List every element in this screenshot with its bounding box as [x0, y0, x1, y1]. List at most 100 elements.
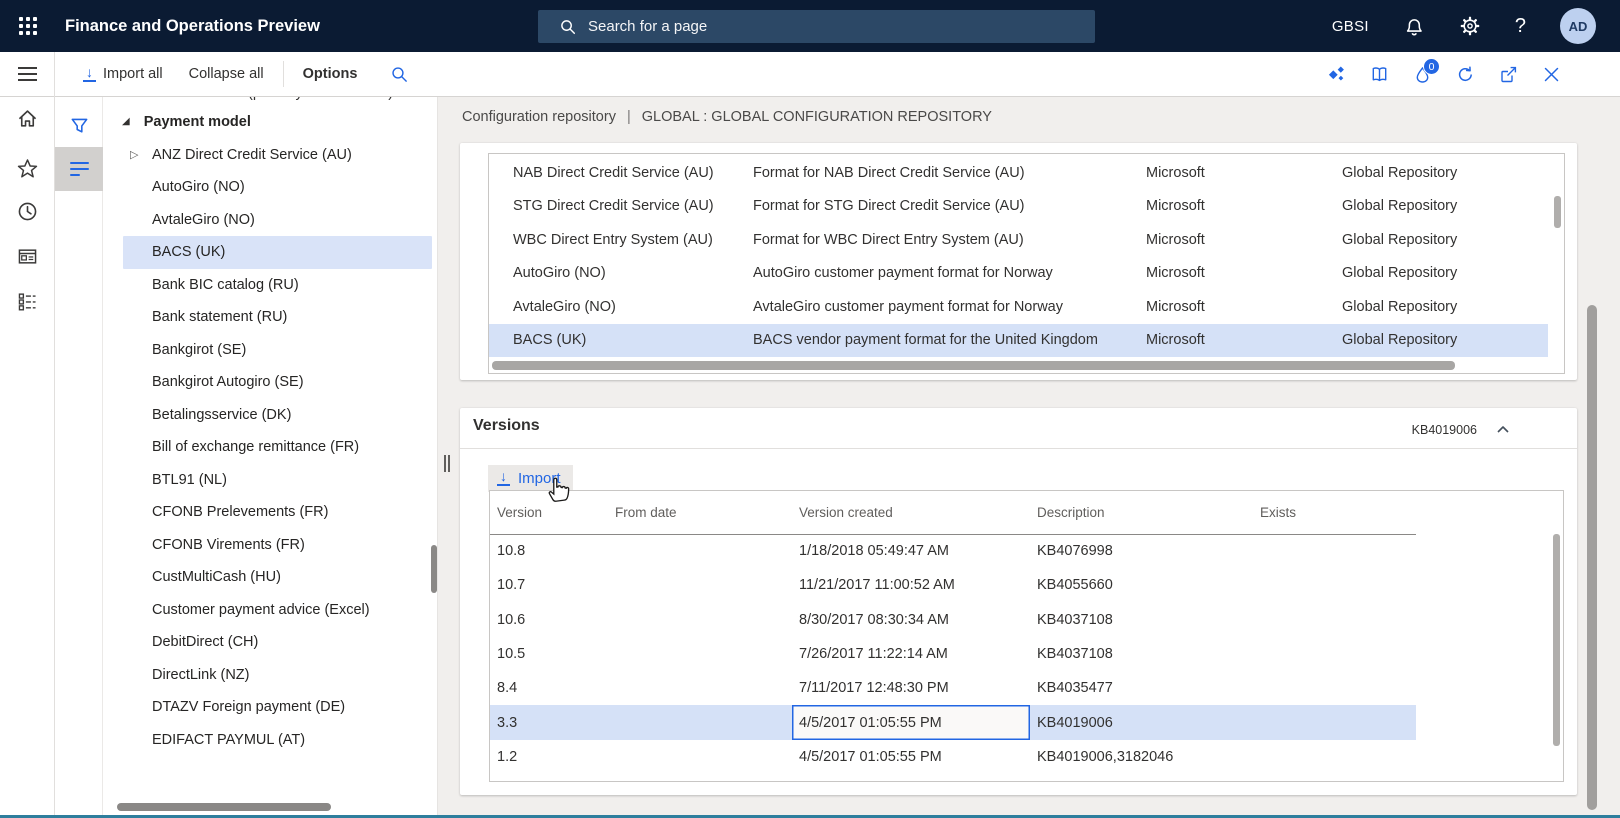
- import-all-button[interactable]: ↓ Import all: [70, 60, 176, 88]
- format-table-row[interactable]: WBC Direct Entry System (AU) Format for …: [489, 223, 1548, 257]
- tree-item-caret-icon[interactable]: ▷: [130, 148, 152, 161]
- version-created-cell[interactable]: 11/21/2017 11:00:52 AM: [792, 568, 1030, 602]
- close-icon[interactable]: [1541, 64, 1562, 85]
- tree-item[interactable]: EDIFACT PAYMUL (AT): [123, 724, 432, 757]
- version-table-row[interactable]: 10.6 8/30/2017 08:30:34 AM KB4037108: [490, 603, 1416, 637]
- tree-item-label: Bill of exchange remittance (FR): [152, 439, 359, 455]
- format-name-cell: STG Direct Credit Service (AU): [513, 198, 753, 214]
- company-picker[interactable]: GBSI: [1332, 18, 1369, 35]
- version-created-cell[interactable]: 8/30/2017 08:30:34 AM: [792, 603, 1030, 637]
- import-version-button[interactable]: ↓ Import: [488, 465, 573, 492]
- version-created-cell[interactable]: 7/11/2017 12:48:30 PM: [792, 671, 1030, 705]
- settings-gear-icon[interactable]: [1459, 15, 1481, 37]
- tree-item[interactable]: BACS (UK): [123, 236, 432, 269]
- tree-node-payment-model[interactable]: ◢ Payment model: [103, 106, 437, 139]
- col-header-from-date[interactable]: From date: [608, 505, 792, 520]
- panel-splitter[interactable]: [437, 97, 457, 816]
- home-icon[interactable]: [16, 107, 39, 130]
- breadcrumb-page[interactable]: Configuration repository: [462, 109, 616, 125]
- version-created-cell[interactable]: 7/26/2017 11:22:14 AM: [792, 637, 1030, 671]
- col-header-exists[interactable]: Exists: [1253, 505, 1416, 520]
- tree-item[interactable]: DTAZV Foreign payment (DE): [123, 691, 432, 724]
- options-menu-button[interactable]: Options: [290, 60, 371, 88]
- version-created-cell[interactable]: 4/5/2017 01:05:55 PM: [792, 740, 1030, 774]
- version-created-cell[interactable]: 1/18/2018 05:49:47 AM: [792, 534, 1030, 568]
- recent-clock-icon[interactable]: [16, 200, 39, 223]
- nav-hamburger-button[interactable]: [0, 52, 55, 97]
- feature-diamonds-icon[interactable]: [1326, 64, 1347, 85]
- format-name-cell: AvtaleGiro (NO): [513, 299, 753, 315]
- tree-item-label: ANZ Direct Credit Service (AU): [152, 147, 352, 163]
- office-book-icon[interactable]: [1369, 64, 1390, 85]
- versions-vertical-scrollbar[interactable]: [1553, 534, 1560, 746]
- breadcrumb-context[interactable]: GLOBAL : GLOBAL CONFIGURATION REPOSITORY: [642, 109, 992, 125]
- collapse-chevron-up-icon[interactable]: [1495, 422, 1511, 438]
- format-table-row[interactable]: AvtaleGiro (NO) AvtaleGiro customer paym…: [489, 290, 1548, 324]
- col-header-version[interactable]: Version: [490, 505, 608, 520]
- tree-item-label: DebitDirect (CH): [152, 634, 258, 650]
- tree-item[interactable]: ▷ ANZ Direct Credit Service (AU): [123, 139, 432, 172]
- tree-item[interactable]: Betalingsservice (DK): [123, 399, 432, 432]
- exists-cell: [1253, 637, 1416, 671]
- version-table-row[interactable]: 1.2 4/5/2017 01:05:55 PM KB4019006,31820…: [490, 740, 1416, 774]
- versions-grid: Version From date Version created Descri…: [489, 490, 1564, 782]
- tree-item[interactable]: CFONB Prelevements (FR): [123, 496, 432, 529]
- collapse-all-button[interactable]: Collapse all: [176, 60, 277, 88]
- format-table-row[interactable]: STG Direct Credit Service (AU) Format fo…: [489, 190, 1548, 224]
- filter-button[interactable]: [55, 103, 103, 147]
- form-window-icon[interactable]: [16, 245, 39, 268]
- splitter-grip-icon[interactable]: [444, 455, 450, 472]
- tree-item[interactable]: CustMultiCash (HU): [123, 561, 432, 594]
- format-repository-cell: Global Repository: [1342, 332, 1548, 348]
- version-table-row[interactable]: 8.4 7/11/2017 12:48:30 PM KB4035477: [490, 671, 1416, 705]
- notifications-bell-icon[interactable]: [1403, 15, 1425, 37]
- messages-icon[interactable]: 0: [1412, 64, 1433, 85]
- formats-horizontal-scrollbar[interactable]: [492, 361, 1455, 370]
- toolbar-search-icon[interactable]: [390, 65, 409, 84]
- tree-item[interactable]: BTL91 (NL): [123, 464, 432, 497]
- tree-vertical-scrollbar[interactable]: [431, 545, 437, 593]
- formats-vertical-scrollbar[interactable]: [1554, 196, 1561, 228]
- tree-item-label: Customer payment advice (Excel): [152, 602, 370, 618]
- col-header-description[interactable]: Description: [1030, 505, 1253, 520]
- format-table-row[interactable]: AutoGiro (NO) AutoGiro customer payment …: [489, 257, 1548, 291]
- format-table-row[interactable]: BACS (UK) BACS vendor payment format for…: [489, 324, 1548, 358]
- tree-item[interactable]: AutoGiro (NO): [123, 171, 432, 204]
- show-list-button[interactable]: [55, 147, 103, 191]
- open-in-new-window-icon[interactable]: [1498, 64, 1519, 85]
- tree-item[interactable]: Bank statement (RU): [123, 301, 432, 334]
- version-table-row[interactable]: 10.5 7/26/2017 11:22:14 AM KB4037108: [490, 637, 1416, 671]
- version-table-row[interactable]: 10.8 1/18/2018 05:49:47 AM KB4076998: [490, 534, 1416, 568]
- filter-funnel-icon: [69, 115, 90, 136]
- format-table-row[interactable]: NAB Direct Credit Service (AU) Format fo…: [489, 156, 1548, 190]
- tree-item[interactable]: CFONB Virements (FR): [123, 529, 432, 562]
- tree-item[interactable]: Bank BIC catalog (RU): [123, 269, 432, 302]
- formats-card: NAB Direct Credit Service (AU) Format fo…: [460, 143, 1577, 380]
- breadcrumb: Configuration repository | GLOBAL : GLOB…: [462, 109, 992, 125]
- version-table-row[interactable]: 10.7 11/21/2017 11:00:52 AM KB4055660: [490, 568, 1416, 602]
- waffle-menu-button[interactable]: [0, 0, 55, 52]
- version-created-cell[interactable]: 4/5/2017 01:05:55 PM: [792, 705, 1030, 739]
- page-search-box[interactable]: Search for a page: [538, 10, 1095, 43]
- tree-item[interactable]: DebitDirect (CH): [123, 626, 432, 659]
- favorites-star-icon[interactable]: [16, 157, 39, 180]
- page-vertical-scrollbar[interactable]: [1587, 305, 1597, 810]
- format-name-cell: NAB Direct Credit Service (AU): [513, 165, 753, 181]
- from-date-cell: [608, 740, 792, 774]
- workspaces-list-icon[interactable]: [16, 290, 39, 313]
- col-header-version-created[interactable]: Version created: [792, 505, 1030, 520]
- tree-horizontal-scrollbar[interactable]: [117, 803, 331, 811]
- tree-item[interactable]: Bankgirot (SE): [123, 334, 432, 367]
- refresh-icon[interactable]: [1455, 64, 1476, 85]
- tree-item[interactable]: DirectLink (NZ): [123, 659, 432, 692]
- tree-item[interactable]: Bankgirot Autogiro (SE): [123, 366, 432, 399]
- tree-item[interactable]: Bill of exchange remittance (FR): [123, 431, 432, 464]
- user-avatar[interactable]: AD: [1560, 8, 1596, 44]
- expanded-caret-icon[interactable]: ◢: [122, 116, 130, 127]
- tree-item[interactable]: Customer payment advice (Excel): [123, 594, 432, 627]
- tree-item[interactable]: AvtaleGiro (NO): [123, 204, 432, 237]
- help-icon[interactable]: ?: [1515, 15, 1526, 38]
- version-table-row[interactable]: 3.3 4/5/2017 01:05:55 PM KB4019006: [490, 705, 1416, 739]
- format-provider-cell: Microsoft: [1146, 332, 1342, 348]
- description-cell: KB4019006,3182046: [1030, 740, 1253, 774]
